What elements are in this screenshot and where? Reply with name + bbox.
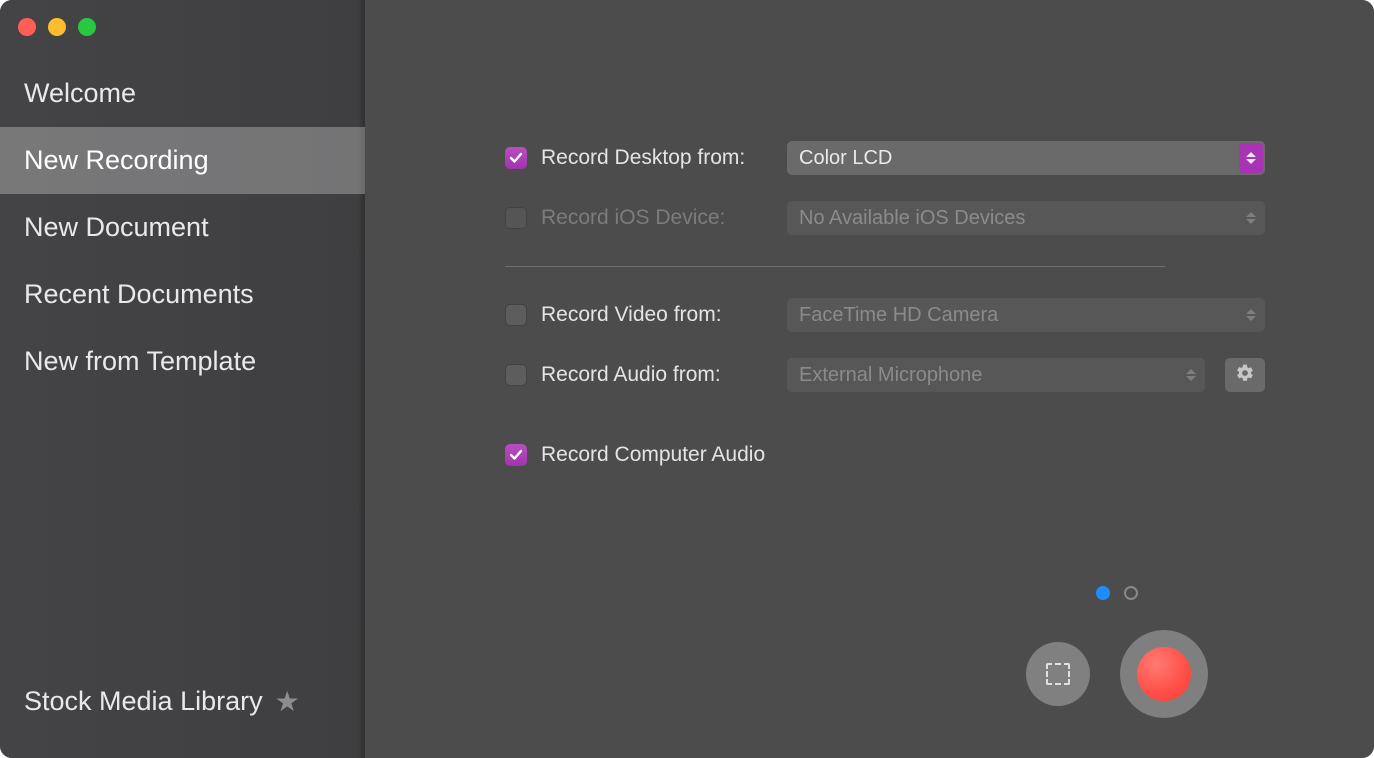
close-window-button[interactable] <box>18 18 36 36</box>
row-record-video: Record Video from: FaceTime HD Camera <box>505 287 1265 343</box>
select-desktop-source[interactable]: Color LCD <box>787 141 1265 175</box>
sidebar-nav: Welcome New Recording New Document Recen… <box>0 60 365 395</box>
zoom-window-button[interactable] <box>78 18 96 36</box>
sidebar-item-welcome[interactable]: Welcome <box>0 60 365 127</box>
audio-settings-button[interactable] <box>1225 358 1265 392</box>
select-video-source[interactable]: FaceTime HD Camera <box>787 298 1265 332</box>
page-dot-2[interactable] <box>1124 586 1138 600</box>
label-record-computer-audio: Record Computer Audio <box>541 443 765 467</box>
label-record-audio: Record Audio from: <box>541 363 787 387</box>
section-divider <box>505 266 1165 267</box>
select-ios-device: No Available iOS Devices <box>787 201 1265 235</box>
record-button[interactable] <box>1120 630 1208 718</box>
page-indicator <box>1096 586 1138 600</box>
select-desktop-source-value: Color LCD <box>799 147 892 170</box>
record-icon <box>1137 647 1191 701</box>
sidebar-item-new-from-template[interactable]: New from Template <box>0 328 365 395</box>
recording-options-form: Record Desktop from: Color LCD Record iO… <box>505 130 1265 483</box>
page-dot-1[interactable] <box>1096 586 1110 600</box>
row-record-audio: Record Audio from: External Microphone <box>505 347 1265 403</box>
footer-controls <box>730 586 1374 718</box>
select-audio-source[interactable]: External Microphone <box>787 358 1205 392</box>
select-ios-device-value: No Available iOS Devices <box>799 207 1025 230</box>
label-record-video: Record Video from: <box>541 303 787 327</box>
label-record-ios: Record iOS Device: <box>541 206 787 230</box>
select-video-source-value: FaceTime HD Camera <box>799 304 998 327</box>
checkbox-record-computer-audio[interactable] <box>505 444 527 466</box>
star-icon: ★ <box>275 685 300 718</box>
gear-icon <box>1235 363 1255 388</box>
checkbox-record-ios <box>505 207 527 229</box>
minimize-window-button[interactable] <box>48 18 66 36</box>
main-panel: Record Desktop from: Color LCD Record iO… <box>365 0 1374 758</box>
sidebar-item-new-document[interactable]: New Document <box>0 194 365 261</box>
stock-media-label: Stock Media Library <box>24 686 263 717</box>
chevron-up-down-icon <box>1239 203 1263 233</box>
window-controls <box>0 8 365 60</box>
label-record-desktop: Record Desktop from: <box>541 146 787 170</box>
row-record-desktop: Record Desktop from: Color LCD <box>505 130 1265 186</box>
crop-icon <box>1046 663 1070 685</box>
sidebar-item-new-recording[interactable]: New Recording <box>0 127 365 194</box>
chevron-up-down-icon <box>1239 300 1263 330</box>
chevron-up-down-icon <box>1179 360 1203 390</box>
select-audio-source-value: External Microphone <box>799 364 982 387</box>
sidebar-item-stock-media[interactable]: Stock Media Library ★ <box>0 663 365 758</box>
app-window: Welcome New Recording New Document Recen… <box>0 0 1374 758</box>
chevron-up-down-icon <box>1239 143 1263 173</box>
row-record-computer-audio: Record Computer Audio <box>505 427 1265 483</box>
checkbox-record-audio[interactable] <box>505 364 527 386</box>
checkbox-record-desktop[interactable] <box>505 147 527 169</box>
row-record-ios: Record iOS Device: No Available iOS Devi… <box>505 190 1265 246</box>
sidebar: Welcome New Recording New Document Recen… <box>0 0 365 758</box>
crop-region-button[interactable] <box>1026 642 1090 706</box>
checkbox-record-video[interactable] <box>505 304 527 326</box>
sidebar-item-recent-documents[interactable]: Recent Documents <box>0 261 365 328</box>
